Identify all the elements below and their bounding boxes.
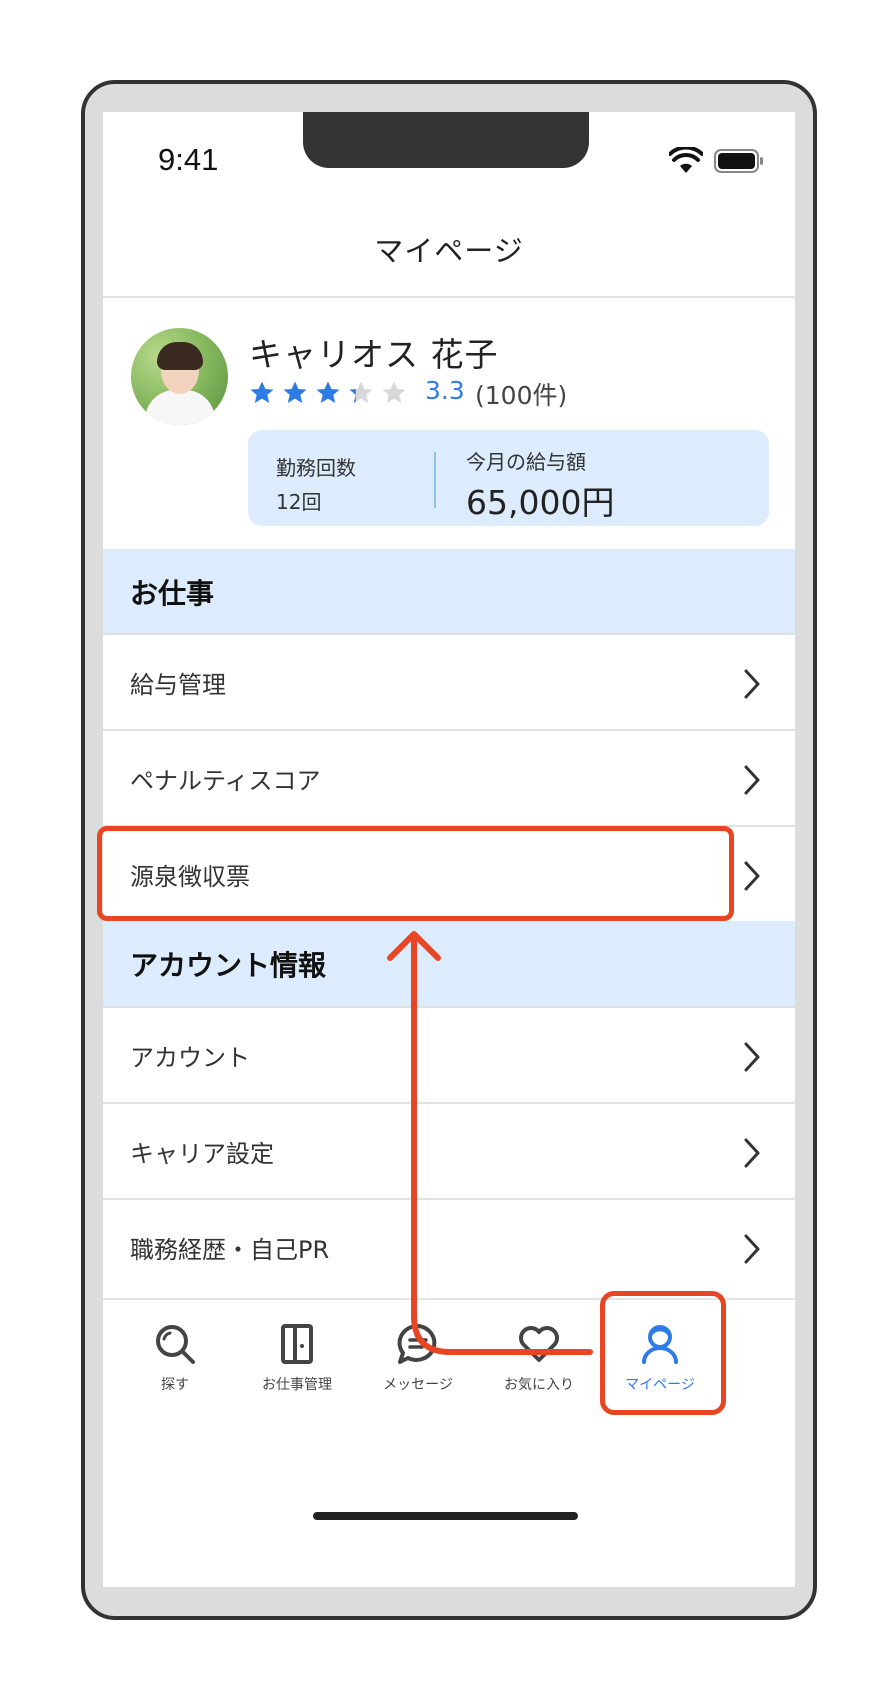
- tab-label: お気に入り: [504, 1377, 574, 1393]
- rating-value: 3.3: [425, 376, 465, 405]
- battery-icon: [714, 149, 763, 173]
- tab-label: メッセージ: [383, 1377, 453, 1393]
- door-icon: [281, 1324, 313, 1364]
- chevron-right-icon: [744, 669, 760, 699]
- list-item-penalty-score[interactable]: ペナルティスコア: [103, 729, 795, 825]
- stats-box: 勤務回数 12回 今月の給与額 65,000円: [248, 430, 769, 526]
- list-item-label: ペナルティスコア: [130, 766, 321, 795]
- chevron-right-icon: [744, 765, 760, 795]
- list-item-account[interactable]: アカウント: [103, 1006, 795, 1102]
- message-icon: [397, 1323, 437, 1364]
- list-item-label: アカウント: [130, 1043, 250, 1072]
- tab-favorites[interactable]: お気に入り: [479, 1322, 599, 1394]
- star-icon: [316, 381, 340, 403]
- list-item-career-settings[interactable]: キャリア設定: [103, 1102, 795, 1198]
- home-indicator: [313, 1512, 578, 1520]
- list-item-work-history[interactable]: 職務経歴・自己PR: [103, 1198, 795, 1294]
- stats-divider: [434, 452, 436, 508]
- list-item-label: 職務経歴・自己PR: [130, 1235, 330, 1264]
- tab-job-management[interactable]: お仕事管理: [237, 1322, 357, 1394]
- tab-messages[interactable]: メッセージ: [358, 1322, 478, 1394]
- wifi-icon: [669, 147, 703, 173]
- salary-value: 65,000円: [466, 483, 615, 522]
- notch: [303, 112, 589, 168]
- work-count-label: 勤務回数: [276, 456, 356, 480]
- list-item-label: 給与管理: [130, 670, 226, 699]
- chevron-right-icon: [744, 1234, 760, 1264]
- star-icon: [382, 381, 406, 403]
- rating-count: (100件): [475, 381, 568, 410]
- salary-label: 今月の給与額: [466, 450, 586, 474]
- header-divider: [103, 296, 795, 298]
- list-item-label: キャリア設定: [130, 1139, 274, 1168]
- list-item-salary-management[interactable]: 給与管理: [103, 633, 795, 729]
- rating-stars: [249, 380, 407, 406]
- tab-label: お仕事管理: [262, 1377, 332, 1393]
- tab-search[interactable]: 探す: [115, 1322, 235, 1394]
- highlight-mypage-tab: [600, 1291, 726, 1415]
- chevron-right-icon: [744, 1138, 760, 1168]
- tab-label: 探す: [161, 1377, 189, 1393]
- status-time: 9:41: [158, 142, 219, 177]
- highlight-withholding-slip: [97, 826, 734, 921]
- star-icon: [283, 381, 307, 403]
- star-icon: [349, 381, 373, 403]
- heart-icon: [519, 1326, 559, 1362]
- search-icon: [156, 1325, 195, 1364]
- section-header-work: お仕事: [103, 549, 795, 635]
- star-icon: [250, 381, 274, 403]
- section-header-account: アカウント情報: [103, 921, 795, 1007]
- work-count-value: 12回: [276, 490, 322, 514]
- user-name: キャリオス 花子: [249, 335, 499, 374]
- page-title: マイページ: [374, 234, 524, 268]
- avatar: [131, 328, 228, 425]
- chevron-right-icon: [744, 861, 760, 891]
- chevron-right-icon: [744, 1042, 760, 1072]
